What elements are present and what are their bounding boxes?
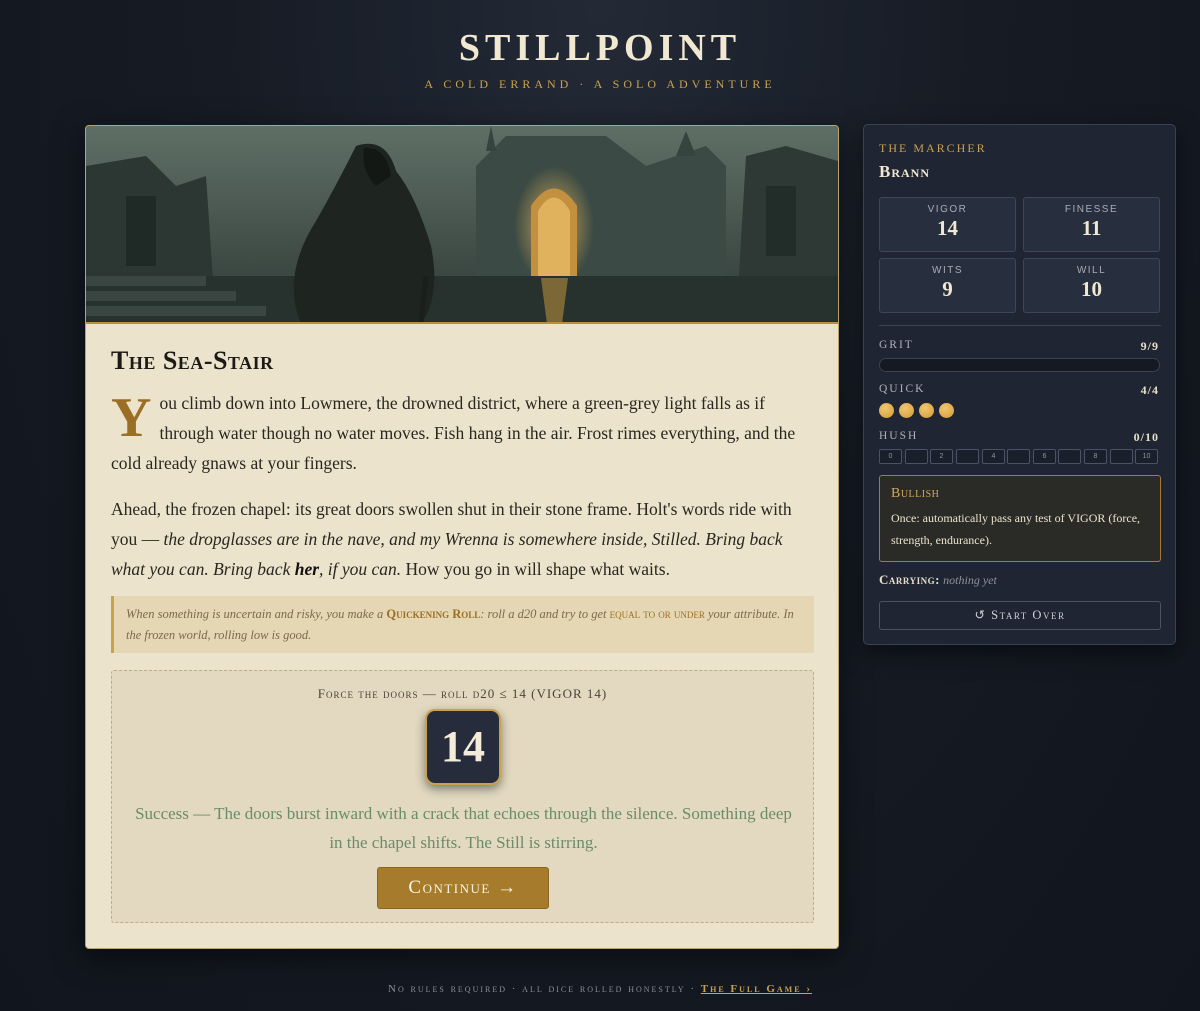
- paragraph-text-end: How you go in will shape what waits.: [401, 559, 670, 579]
- site-title: STILLPOINT: [458, 27, 742, 69]
- quick-pip: [919, 403, 934, 418]
- full-game-link[interactable]: The Full Game ›: [701, 983, 812, 995]
- scene-title: The Sea-Stair: [111, 346, 274, 375]
- hush-value: 0/10: [1133, 430, 1159, 444]
- paragraph-text: ou climb down into Lowmere, the drowned …: [111, 393, 796, 473]
- quick-value: 4/4: [1140, 383, 1159, 397]
- footer-text: No rules required · all dice rolled hone…: [388, 983, 701, 995]
- holt-quote-end: , if you can.: [319, 559, 402, 579]
- grit-value: 9/9: [1140, 339, 1159, 353]
- hush-cell: [1058, 449, 1081, 464]
- grit-label: Grit: [879, 339, 914, 351]
- rule-term: Quickening Roll: [386, 607, 481, 621]
- inventory-value: nothing yet: [943, 573, 997, 587]
- attribute-label: Vigor: [927, 204, 968, 215]
- attribute-value: 14: [937, 216, 958, 240]
- attribute-label: Finesse: [1064, 204, 1119, 215]
- hush-cell: 4: [982, 449, 1005, 464]
- attribute-value: 9: [942, 277, 953, 301]
- quick-label: Quick: [879, 383, 926, 395]
- rule-note: When something is uncertain and risky, y…: [111, 596, 814, 653]
- attribute-finesse: Finesse 11: [1023, 197, 1160, 252]
- start-over-button[interactable]: ↺ Start Over: [879, 601, 1161, 630]
- drop-cap: Y: [111, 387, 152, 449]
- hush-track: 0 2 4 6 8 10: [879, 449, 1161, 465]
- sheet-divider: [879, 325, 1161, 326]
- continue-button[interactable]: Continue →: [377, 867, 549, 909]
- quick-pip: [879, 403, 894, 418]
- quick-pip: [939, 403, 954, 418]
- hush-cell: 0: [879, 449, 902, 464]
- hush-cell: [1007, 449, 1030, 464]
- drowned-chapel-illustration: [86, 126, 838, 324]
- attribute-vigor: Vigor 14: [879, 197, 1016, 252]
- attribute-value: 10: [1081, 277, 1102, 301]
- quick-pips: [879, 403, 959, 419]
- attribute-wits: Wits 9: [879, 258, 1016, 313]
- hush-cell: [956, 449, 979, 464]
- story-paragraph-2: Ahead, the frozen chapel: its great door…: [111, 494, 816, 584]
- inventory-label: Carrying:: [879, 572, 940, 587]
- inventory: Carrying: nothing yet: [879, 572, 997, 588]
- hush-cell: [905, 449, 928, 464]
- rule-text: When something is uncertain and risky, y…: [126, 607, 387, 621]
- character-class: The Marcher: [879, 141, 987, 155]
- hush-cell: 10: [1135, 449, 1158, 464]
- character-name: Brann: [879, 162, 931, 181]
- hush-cell: [1110, 449, 1133, 464]
- roll-result: Success — The doors burst inward with a …: [135, 804, 792, 852]
- hush-cell: 8: [1084, 449, 1107, 464]
- attribute-value: 11: [1081, 216, 1102, 240]
- story-paragraph-1: You climb down into Lowmere, the drowned…: [111, 388, 816, 478]
- trait-card: Bullish Once: automatically pass any tes…: [879, 475, 1161, 562]
- trait-name: Bullish: [891, 486, 940, 501]
- quick-pip: [899, 403, 914, 418]
- rule-text: : roll a d20 and try to get: [480, 607, 610, 621]
- footer: No rules required · all dice rolled hone…: [0, 983, 1200, 995]
- hush-cell: 6: [1033, 449, 1056, 464]
- grit-bar: [879, 358, 1160, 372]
- attribute-label: Will: [1076, 265, 1107, 276]
- rule-emphasis: equal to or under: [609, 607, 705, 621]
- roll-label: Force the doors — roll d20 ≤ 14 (VIGOR 1…: [317, 686, 608, 701]
- story-card: The Sea-Stair You climb down into Lowmer…: [85, 125, 839, 949]
- attribute-will: Will 10: [1023, 258, 1160, 313]
- d20-die: 14: [425, 709, 501, 785]
- hush-label: Hush: [879, 430, 919, 442]
- character-sheet: The Marcher Brann Vigor 14 Finesse 11 Wi…: [863, 124, 1176, 645]
- grit-bar-fill: [880, 359, 1159, 371]
- holt-quote-emphasis: her: [294, 559, 320, 579]
- site-subtitle: A Cold Errand · A Solo Adventure: [424, 77, 776, 91]
- roll-panel: Force the doors — roll d20 ≤ 14 (VIGOR 1…: [111, 670, 814, 923]
- trait-description: Once: automatically pass any test of VIG…: [891, 511, 1141, 547]
- hush-cell: 2: [930, 449, 953, 464]
- attribute-label: Wits: [932, 265, 963, 276]
